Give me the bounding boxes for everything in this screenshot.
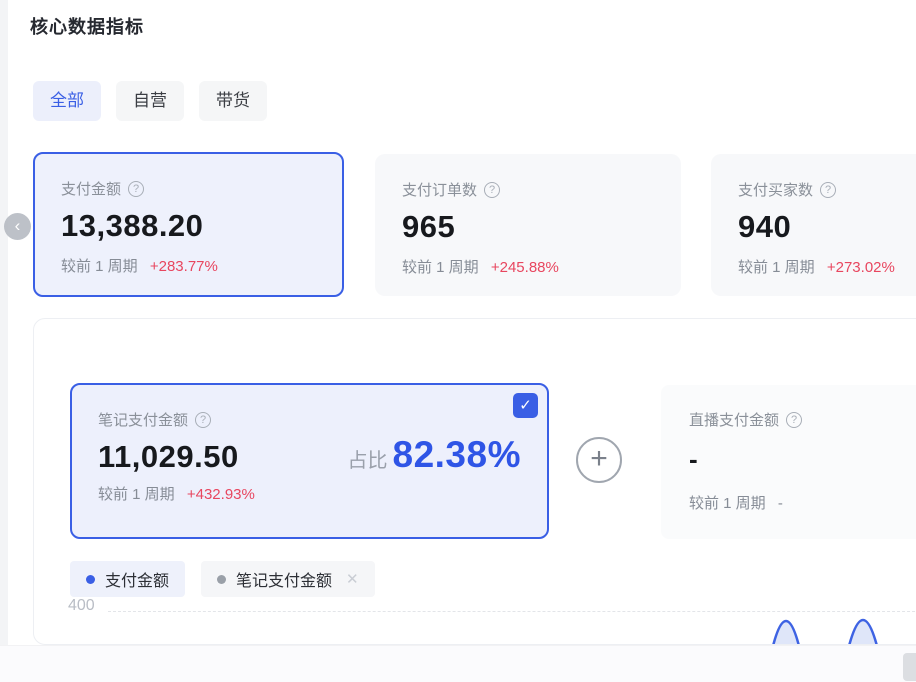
metric-label: 支付买家数 [738, 179, 813, 200]
page-left-gutter [0, 0, 8, 645]
page-bottom-strip [0, 645, 916, 682]
help-icon[interactable]: ? [195, 412, 211, 428]
line-chart-peaks [734, 609, 916, 645]
metric-compare-row: 较前 1 周期 +283.77% [61, 255, 316, 276]
metric-card-payment-buyers[interactable]: 支付买家数 ? 940 较前 1 周期 +273.02% [711, 154, 916, 296]
change-value: +273.02% [827, 259, 895, 276]
legend-dot-gray [217, 575, 226, 584]
tab-affiliate[interactable]: 带货 [199, 81, 267, 121]
legend-item-payment-amount[interactable]: 支付金额 [70, 561, 185, 597]
metric-label-row: 支付买家数 ? [738, 179, 916, 200]
metric-label-row: 直播支付金额 ? [689, 409, 916, 430]
metric-value: 13,388.20 [61, 208, 316, 244]
metric-label-row: 支付订单数 ? [402, 179, 654, 200]
tab-all[interactable]: 全部 [33, 81, 101, 121]
metric-value: - [689, 444, 916, 475]
metric-value: 940 [738, 209, 916, 245]
note-payment-card[interactable]: ✓ 笔记支付金额 ? 11,029.50 占比 82.38% 较前 1 周期 +… [70, 383, 549, 539]
live-payment-card[interactable]: 直播支付金额 ? - 较前 1 周期 - [661, 385, 916, 539]
ratio-label: 占比 [348, 444, 388, 473]
page-title: 核心数据指标 [30, 13, 144, 39]
metric-value: 965 [402, 209, 654, 245]
checked-checkbox[interactable]: ✓ [513, 393, 538, 418]
legend-label: 支付金额 [105, 567, 169, 591]
remove-legend-icon[interactable]: ✕ [346, 570, 359, 588]
metric-card-payment-orders[interactable]: 支付订单数 ? 965 较前 1 周期 +245.88% [375, 154, 681, 296]
metric-compare-row: 较前 1 周期 - [689, 492, 916, 513]
metric-label: 支付金额 [61, 178, 121, 199]
carousel-prev-icon[interactable]: ‹ [4, 213, 31, 240]
ratio-value: 82.38% [393, 434, 522, 476]
help-icon[interactable]: ? [484, 182, 500, 198]
compare-label: 较前 1 周期 [61, 258, 138, 275]
compare-label: 较前 1 周期 [689, 495, 766, 512]
tab-self-operated[interactable]: 自营 [116, 81, 184, 121]
breakdown-panel: ✓ 笔记支付金额 ? 11,029.50 占比 82.38% 较前 1 周期 +… [33, 318, 916, 645]
chart-legend: 支付金额 笔记支付金额 ✕ [70, 561, 375, 597]
metric-compare-row: 较前 1 周期 +245.88% [402, 256, 654, 277]
metric-value: 11,029.50 [98, 439, 239, 475]
change-value: - [778, 495, 783, 512]
metric-label: 直播支付金额 [689, 409, 779, 430]
metric-label: 笔记支付金额 [98, 409, 188, 430]
change-value: +245.88% [491, 259, 559, 276]
compare-label: 较前 1 周期 [98, 486, 175, 503]
metric-card-payment-amount[interactable]: 支付金额 ? 13,388.20 较前 1 周期 +283.77% [33, 152, 344, 297]
legend-label: 笔记支付金额 [236, 567, 332, 591]
metric-label: 支付订单数 [402, 179, 477, 200]
help-icon[interactable]: ? [786, 412, 802, 428]
scope-tabs: 全部 自营 带货 [33, 81, 267, 121]
compare-label: 较前 1 周期 [738, 259, 815, 276]
compare-label: 较前 1 周期 [402, 259, 479, 276]
change-value: +283.77% [150, 258, 218, 275]
metric-label-row: 笔记支付金额 ? [98, 409, 521, 430]
scrollbar-thumb[interactable] [903, 653, 916, 681]
y-axis-tick-400: 400 [68, 597, 95, 615]
ratio-block: 占比 82.38% [348, 434, 522, 476]
metric-compare-row: 较前 1 周期 +432.93% [98, 483, 521, 504]
value-row: 11,029.50 占比 82.38% [98, 434, 521, 476]
add-metric-button[interactable]: + [576, 437, 622, 483]
legend-dot-blue [86, 575, 95, 584]
help-icon[interactable]: ? [128, 181, 144, 197]
metric-label-row: 支付金额 ? [61, 178, 316, 199]
legend-item-note-payment-amount[interactable]: 笔记支付金额 ✕ [201, 561, 375, 597]
change-value: +432.93% [187, 486, 255, 503]
metric-compare-row: 较前 1 周期 +273.02% [738, 256, 916, 277]
help-icon[interactable]: ? [820, 182, 836, 198]
